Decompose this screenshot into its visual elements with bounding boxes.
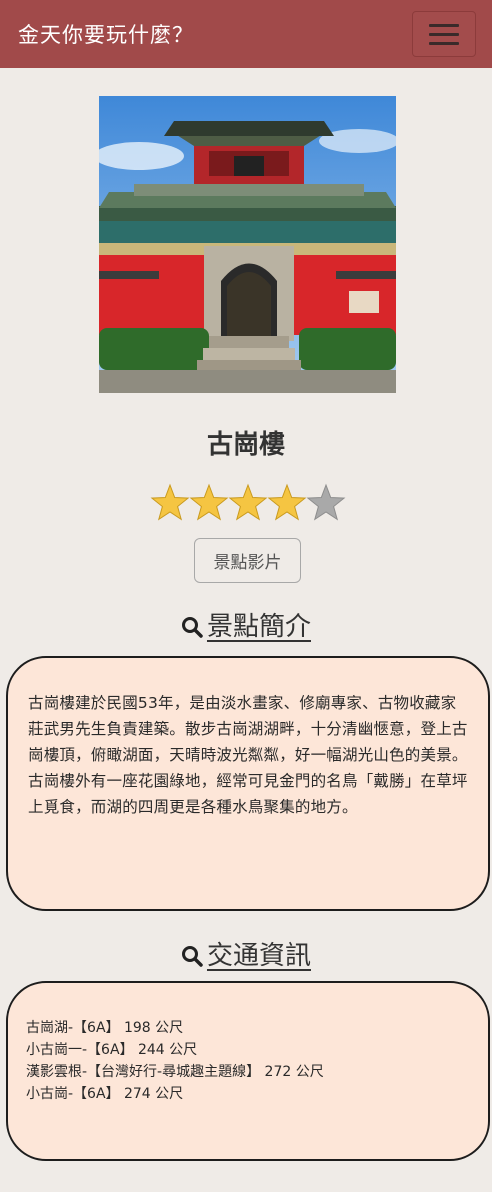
intro-heading-label[interactable]: 景點簡介 [207,606,311,643]
video-button[interactable]: 景點影片 [194,538,301,583]
intro-text: 古崗樓建於民國53年，是由淡水畫家、修廟專家、古物收藏家莊武男先生負責建築。散步… [28,694,468,816]
navbar: 金天你要玩什麼？ [0,0,492,68]
star-filled-icon [267,483,307,521]
intro-heading: 景點簡介 [0,606,492,643]
transport-stop: 古崗湖-【6A】 198 公尺 [26,1020,184,1036]
transport-stop: 漢影雲根-【台灣好行-尋城趣主題線】 272 公尺 [26,1064,324,1080]
star-filled-icon [228,483,268,521]
hamburger-icon[interactable] [412,11,476,57]
star-filled-icon [189,483,229,521]
intro-box: 古崗樓建於民國53年，是由淡水畫家、修廟專家、古物收藏家莊武男先生負責建築。散步… [6,656,490,911]
transport-heading: 交通資訊 [0,935,492,972]
star-empty-icon [306,483,346,521]
brand-title[interactable]: 金天你要玩什麼？ [18,19,194,49]
rating-stars [150,483,346,521]
attraction-name: 古崗樓 [206,430,285,460]
search-icon [181,616,203,638]
transport-stop: 小古崗-【6A】 274 公尺 [26,1086,184,1102]
attraction-photo [99,96,396,393]
transport-box: 古崗湖-【6A】 198 公尺 小古崗一-【6A】 244 公尺 漢影雲根-【台… [6,981,490,1161]
transport-heading-label[interactable]: 交通資訊 [207,935,311,972]
star-filled-icon [150,483,190,521]
search-icon [181,945,203,967]
transport-stop: 小古崗一-【6A】 244 公尺 [26,1042,198,1058]
